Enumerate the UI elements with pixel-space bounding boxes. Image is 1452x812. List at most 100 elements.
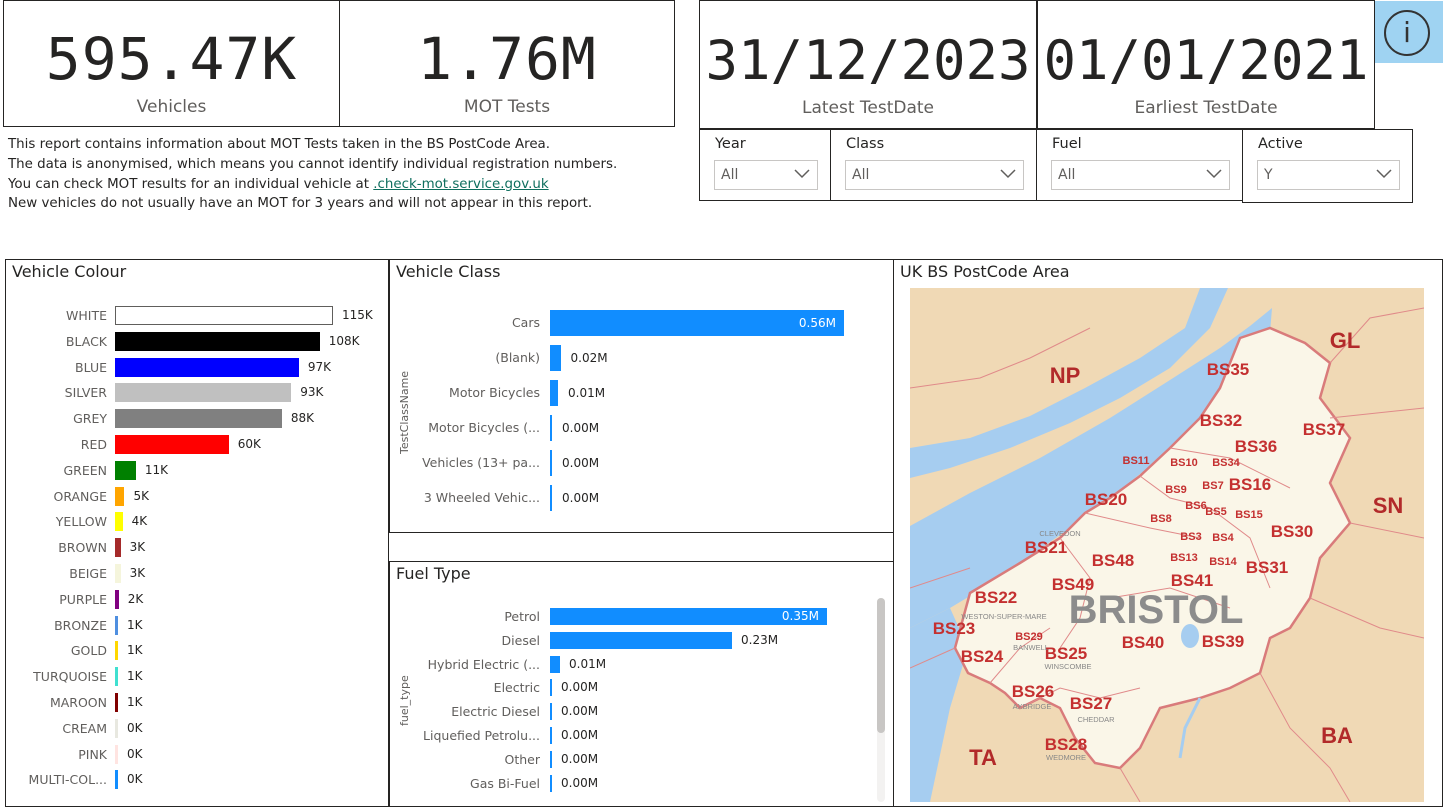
chart-title: Vehicle Colour — [12, 262, 127, 281]
data-label: 0K — [127, 772, 143, 787]
kpi-card-vehicles[interactable]: 595.47K Vehicles — [3, 0, 340, 127]
category-label: CREAM — [62, 720, 107, 736]
mot-check-link[interactable]: .check-mot.service.gov.uk — [373, 177, 548, 192]
data-label: 97K — [307, 359, 332, 374]
town-label: BANWELL — [1013, 643, 1049, 652]
data-label: 1K — [127, 669, 143, 684]
data-label: 4K — [131, 514, 148, 529]
chart-bar — [115, 409, 282, 429]
slicer-active: Active Y — [1242, 129, 1413, 203]
city-label: BRISTOL — [1069, 588, 1244, 632]
postcode-district-label: BS39 — [1202, 632, 1245, 651]
category-label: Hybrid Electric (... — [427, 656, 540, 672]
data-label: 0.00M — [561, 775, 599, 790]
chart-bar — [550, 631, 733, 649]
chart-bar — [550, 655, 560, 673]
category-label: Gas Bi-Fuel — [470, 775, 540, 791]
data-label: 108K — [328, 333, 360, 348]
category-label: (Blank) — [495, 350, 540, 365]
y-axis-label: TestClassName — [398, 370, 411, 454]
category-label: Vehicles (13+ pa... — [422, 455, 540, 470]
vehicle-colour-chart[interactable]: Vehicle Colour WHITE 115K BLACK 108K BLUE 97K… — [5, 259, 389, 807]
postcode-district-label: BS26 — [1012, 682, 1055, 701]
kpi-card-latest-testdate[interactable]: 31/12/2023 Latest TestDate — [699, 0, 1037, 129]
chart-bar — [550, 727, 552, 744]
active-dropdown[interactable]: Y — [1257, 160, 1400, 190]
postcode-district-label: BS30 — [1271, 522, 1314, 541]
postcode-district-label: BS48 — [1092, 551, 1135, 570]
category-label: BRONZE — [54, 617, 107, 633]
info-line: The data is anonymised, which means you … — [8, 156, 618, 172]
slicer-fuel: Fuel All — [1036, 129, 1243, 201]
kpi-value: 31/12/2023 — [705, 29, 1031, 92]
slicer-title: Active — [1258, 136, 1303, 152]
year-dropdown[interactable]: All — [714, 160, 818, 190]
class-dropdown[interactable]: All — [845, 160, 1024, 190]
chart-title: UK BS PostCode Area — [900, 262, 1070, 281]
town-label: CLEVEDON — [1039, 529, 1080, 538]
vehicle-class-chart[interactable]: Vehicle Class TestClassName Cars 0.56M (Bl… — [389, 259, 894, 533]
info-line-prefix: You can check MOT results for an individ… — [8, 176, 374, 192]
data-label: 0.01M — [568, 386, 606, 400]
bs-postcode-map[interactable]: BRISTOL NP GL SN BA TA BS35 BS32 BS36 BS37 BS11 BS… — [910, 288, 1424, 802]
category-label: Electric — [493, 680, 540, 696]
chart-bar — [550, 345, 561, 371]
category-label: GREEN — [63, 462, 107, 478]
data-label: 1K — [127, 643, 143, 658]
neighbour-area-label: NP — [1050, 363, 1081, 388]
data-label: 11K — [144, 462, 168, 477]
chart-bar — [115, 512, 123, 532]
data-label: 0.35M — [781, 609, 819, 623]
chart-bar — [115, 693, 118, 712]
chart-bar — [550, 679, 552, 697]
postcode-district-label: BS28 — [1045, 735, 1088, 754]
category-label: Motor Bicycles (... — [428, 420, 540, 435]
town-label: AXBRIDGE — [1013, 702, 1052, 711]
postcode-district-label: BS40 — [1122, 633, 1165, 652]
chart-bar — [115, 306, 333, 325]
info-icon: i — [1384, 10, 1430, 56]
postcode-district-label: BS20 — [1085, 490, 1128, 509]
fuel-dropdown[interactable]: All — [1051, 160, 1230, 190]
postcode-district-label: BS32 — [1200, 411, 1243, 430]
scrollbar-thumb[interactable] — [877, 598, 885, 733]
chevron-down-icon — [1206, 169, 1222, 179]
postcode-district-label: BS49 — [1052, 575, 1095, 594]
chart-bar — [115, 331, 320, 351]
postcode-district-label: BS41 — [1171, 571, 1214, 590]
data-label: 115K — [342, 308, 373, 322]
postcode-district-label: BS21 — [1025, 538, 1068, 557]
kpi-card-earliest-testdate[interactable]: 01/01/2021 Earliest TestDate — [1037, 0, 1375, 129]
category-label: ORANGE — [53, 488, 107, 504]
category-label: MAROON — [49, 695, 107, 710]
category-label: PINK — [78, 746, 107, 762]
kpi-label: Earliest TestDate — [1134, 98, 1278, 118]
fuel-scrollbar[interactable] — [877, 598, 885, 802]
info-button[interactable]: i — [1375, 1, 1443, 63]
postcode-district-label: BS7 — [1202, 480, 1223, 492]
data-label: 88K — [290, 411, 314, 426]
chart-bar — [115, 718, 118, 738]
dropdown-value: All — [721, 167, 739, 183]
report-description: This report contains information about M… — [8, 135, 617, 214]
chart-bar — [550, 415, 552, 441]
category-label: Liquefied Petrolu... — [423, 728, 540, 743]
postcode-district-label: BS27 — [1070, 694, 1113, 713]
postcode-district-label: BS5 — [1205, 506, 1226, 518]
neighbour-area-label: BA — [1321, 723, 1353, 748]
postcode-district-label: BS10 — [1170, 457, 1198, 469]
chart-title: Vehicle Class — [396, 262, 501, 281]
postcode-district-label: BS4 — [1212, 532, 1234, 544]
fuel-type-chart[interactable]: Fuel Type fuel_type Petrol 0.35M Diesel 0.2… — [389, 561, 894, 807]
postcode-district-label: BS23 — [933, 619, 976, 638]
data-label: 0.00M — [561, 751, 599, 766]
category-label: BLACK — [65, 333, 107, 349]
category-label: Other — [504, 751, 541, 767]
kpi-card-mot-tests[interactable]: 1.76M MOT Tests — [339, 0, 675, 127]
chart-bar — [115, 538, 121, 558]
data-label: 0.00M — [562, 456, 600, 470]
postcode-district-label: BS11 — [1123, 455, 1150, 467]
chart-bar — [115, 564, 121, 583]
data-label: 0K — [127, 746, 143, 761]
kpi-value: 01/01/2021 — [1043, 29, 1369, 92]
